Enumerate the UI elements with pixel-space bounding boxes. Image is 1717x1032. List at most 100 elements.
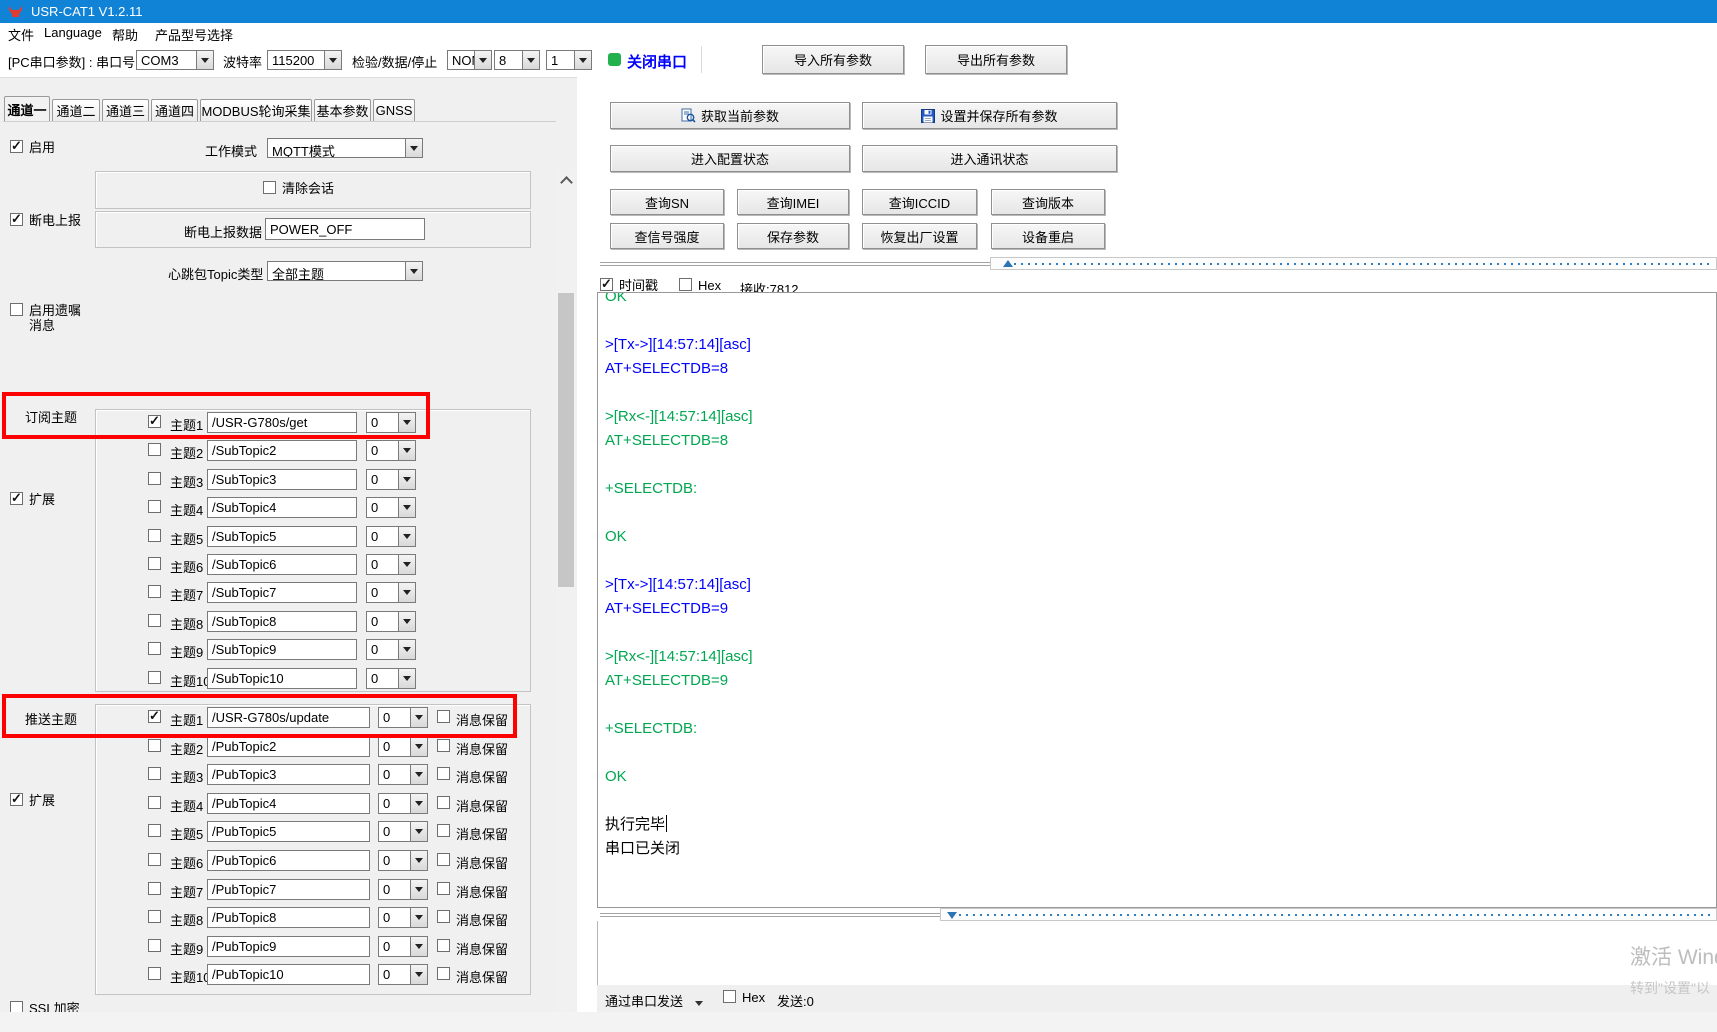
topic-checkbox[interactable] — [148, 415, 161, 428]
retain-checkbox[interactable] — [437, 967, 450, 980]
enter-config-button[interactable]: 进入配置状态 — [610, 145, 850, 172]
query-version-button[interactable]: 查询版本 — [991, 189, 1105, 215]
left-panel-scrollbar[interactable] — [557, 170, 575, 1032]
retain-checkbox[interactable] — [437, 853, 450, 866]
clean-session-checkbox[interactable] — [263, 181, 276, 194]
tab-6[interactable]: 基本参数 — [314, 99, 371, 121]
topic-checkbox[interactable] — [148, 642, 161, 655]
poweroff-data-input[interactable] — [265, 218, 425, 240]
menu-item-2[interactable]: Language — [44, 25, 102, 40]
retain-checkbox[interactable] — [437, 710, 450, 723]
topic-checkbox[interactable] — [148, 853, 161, 866]
retain-checkbox[interactable] — [437, 824, 450, 837]
topic-qos-select[interactable]: 0 — [366, 582, 416, 603]
retain-checkbox[interactable] — [437, 939, 450, 952]
chevron-down-icon[interactable] — [410, 965, 427, 984]
scroll-up-icon[interactable] — [560, 176, 573, 189]
topic-qos-select[interactable]: 0 — [366, 668, 416, 689]
topic-qos-select[interactable]: 0 — [378, 764, 428, 785]
send-via-serial-button[interactable]: 通过串口发送 — [605, 991, 703, 1010]
topic-checkbox[interactable] — [148, 739, 161, 752]
topic-input[interactable] — [207, 793, 370, 814]
topic-input[interactable] — [207, 821, 370, 842]
hex-checkbox[interactable] — [679, 278, 692, 291]
chevron-down-icon[interactable] — [410, 908, 427, 927]
topic-checkbox[interactable] — [148, 443, 161, 456]
topic-input[interactable] — [207, 582, 357, 603]
log-trackbar-top[interactable] — [990, 257, 1717, 270]
will-message-checkbox[interactable] — [10, 303, 23, 316]
topic-qos-select[interactable]: 0 — [366, 526, 416, 547]
tab-2[interactable]: 通道二 — [52, 99, 100, 121]
topic-input[interactable] — [207, 412, 357, 433]
topic-checkbox[interactable] — [148, 910, 161, 923]
topic-input[interactable] — [207, 850, 370, 871]
factory-reset-button[interactable]: 恢复出厂设置 — [862, 223, 977, 249]
timestamp-checkbox[interactable] — [600, 278, 613, 291]
topic-input[interactable] — [207, 964, 370, 985]
topic-checkbox[interactable] — [148, 614, 161, 627]
chevron-down-icon[interactable] — [398, 441, 415, 460]
topic-qos-select[interactable]: 0 — [366, 440, 416, 461]
export-params-button[interactable]: 导出所有参数 — [925, 45, 1067, 74]
query-imei-button[interactable]: 查询IMEI — [737, 189, 849, 215]
chevron-down-icon[interactable] — [398, 583, 415, 602]
baud-select[interactable]: 115200 — [267, 50, 342, 70]
chevron-down-icon[interactable] — [410, 765, 427, 784]
menu-item-3[interactable]: 帮助 — [112, 25, 138, 44]
chevron-down-icon[interactable] — [410, 708, 427, 727]
poweroff-checkbox[interactable] — [10, 213, 23, 226]
query-signal-button[interactable]: 查信号强度 — [610, 223, 724, 249]
topic-input[interactable] — [207, 936, 370, 957]
topic-checkbox[interactable] — [148, 796, 161, 809]
topic-checkbox[interactable] — [148, 671, 161, 684]
menu-item-4[interactable]: 产品型号选择 — [155, 25, 233, 44]
topic-checkbox[interactable] — [148, 472, 161, 485]
tab-3[interactable]: 通道三 — [102, 99, 149, 121]
retain-checkbox[interactable] — [437, 796, 450, 809]
send-hex-checkbox[interactable] — [723, 990, 736, 1003]
chevron-down-icon[interactable] — [405, 139, 422, 157]
set-save-params-button[interactable]: 设置并保存所有参数 — [862, 102, 1117, 129]
heartbeat-topic-select[interactable]: 全部主题 — [267, 261, 423, 281]
chevron-down-icon[interactable] — [410, 937, 427, 956]
topic-qos-select[interactable]: 0 — [366, 611, 416, 632]
topic-checkbox[interactable] — [148, 500, 161, 513]
close-port-button[interactable]: 关闭串口 — [627, 51, 687, 72]
chevron-down-icon[interactable] — [398, 640, 415, 659]
tab-7[interactable]: GNSS — [373, 99, 415, 121]
chevron-down-icon[interactable] — [196, 51, 213, 69]
topic-input[interactable] — [207, 668, 357, 689]
chevron-down-icon[interactable] — [398, 498, 415, 517]
topic-checkbox[interactable] — [148, 585, 161, 598]
topic-checkbox[interactable] — [148, 529, 161, 542]
topic-qos-select[interactable]: 0 — [378, 879, 428, 900]
chevron-down-icon[interactable] — [410, 880, 427, 899]
topic-input[interactable] — [207, 469, 357, 490]
topic-qos-select[interactable]: 0 — [366, 639, 416, 660]
topic-input[interactable] — [207, 879, 370, 900]
topic-qos-select[interactable]: 0 — [378, 707, 428, 728]
chevron-down-icon[interactable] — [398, 470, 415, 489]
query-iccid-button[interactable]: 查询ICCID — [862, 189, 977, 215]
extend-pub-checkbox[interactable] — [10, 793, 23, 806]
topic-checkbox[interactable] — [148, 967, 161, 980]
retain-checkbox[interactable] — [437, 882, 450, 895]
retain-checkbox[interactable] — [437, 767, 450, 780]
reboot-button[interactable]: 设备重启 — [991, 223, 1105, 249]
retain-checkbox[interactable] — [437, 739, 450, 752]
work-mode-select[interactable]: MQTT模式 — [267, 138, 423, 158]
topic-checkbox[interactable] — [148, 767, 161, 780]
chevron-down-icon[interactable] — [398, 612, 415, 631]
topic-qos-select[interactable]: 0 — [378, 964, 428, 985]
topic-input[interactable] — [207, 526, 357, 547]
topic-input[interactable] — [207, 764, 370, 785]
retain-checkbox[interactable] — [437, 910, 450, 923]
scrollbar-thumb[interactable] — [558, 293, 574, 587]
chevron-down-icon[interactable] — [398, 555, 415, 574]
topic-input[interactable] — [207, 736, 370, 757]
parity-select[interactable]: NONI — [447, 50, 492, 70]
tab-1[interactable]: 通道一 — [4, 96, 50, 121]
topic-qos-select[interactable]: 0 — [378, 850, 428, 871]
chevron-down-icon[interactable] — [324, 51, 341, 69]
